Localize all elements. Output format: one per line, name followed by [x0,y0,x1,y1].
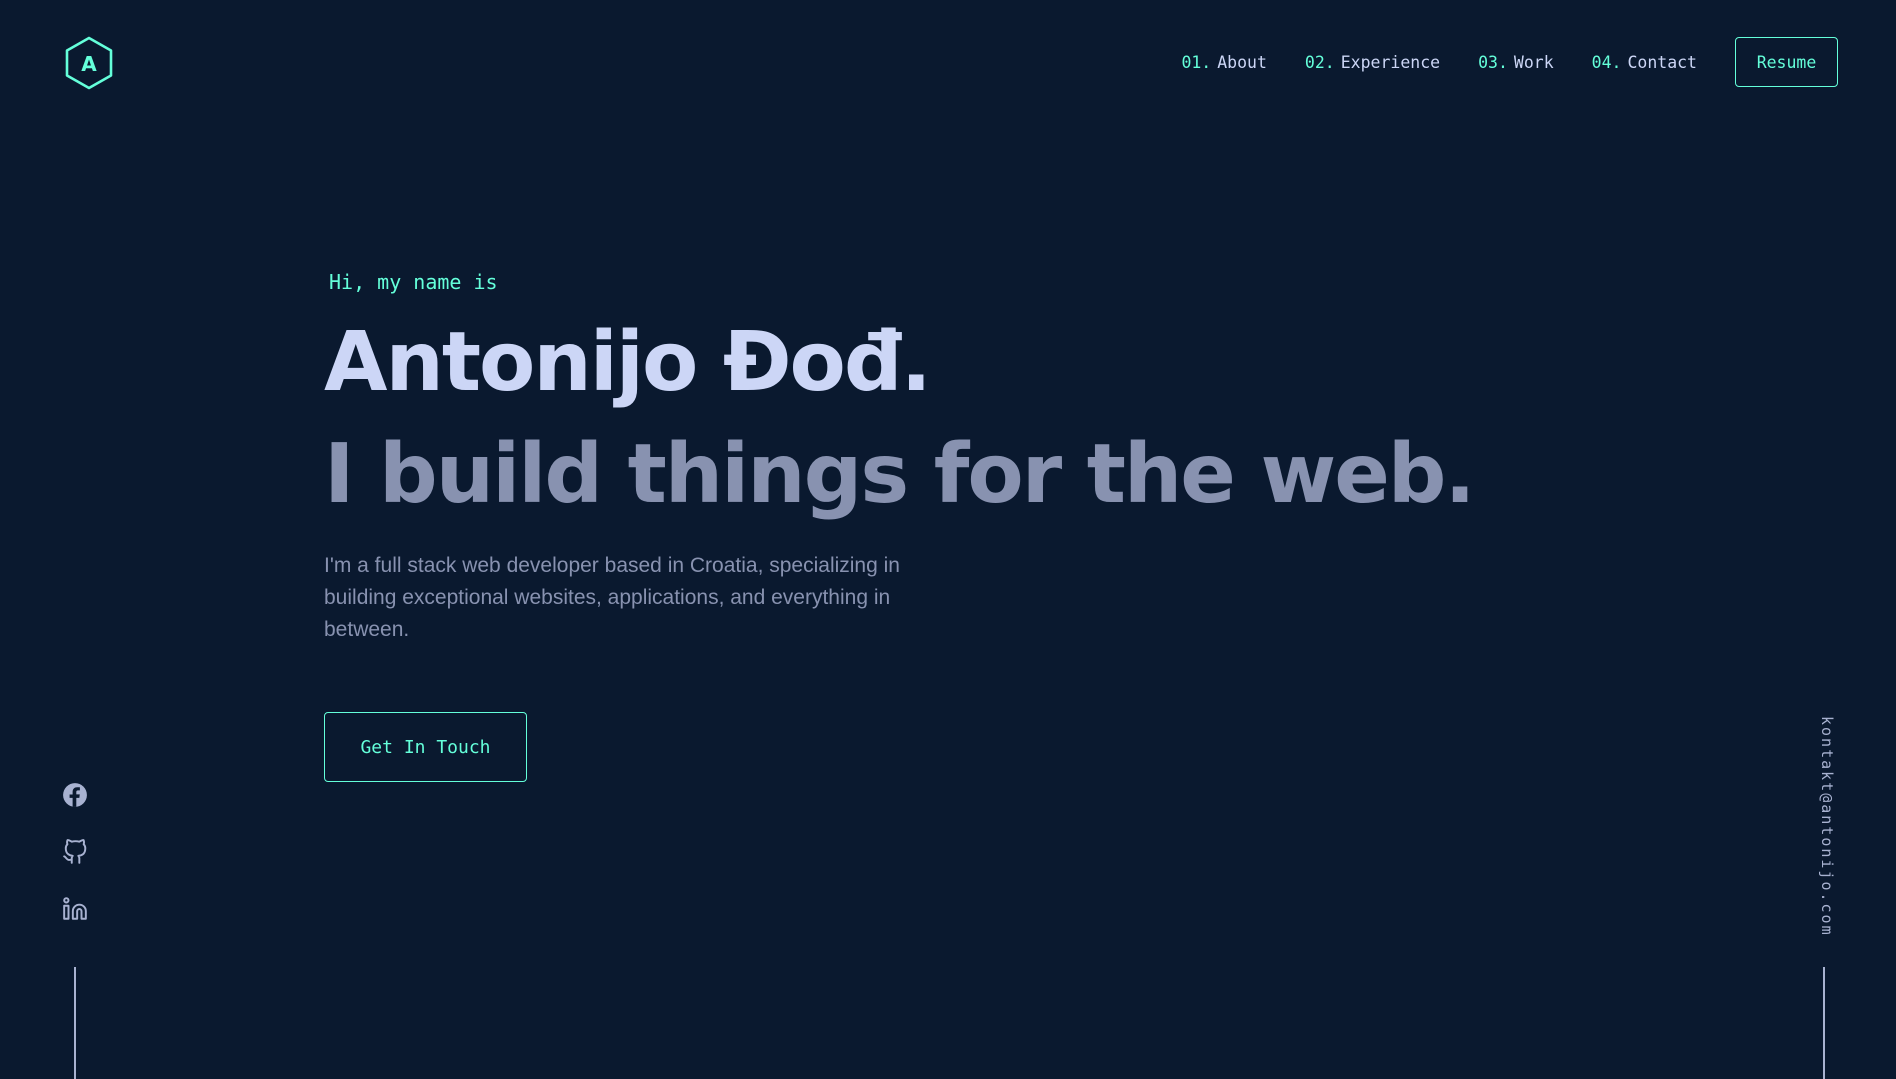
nav-label: Contact [1627,52,1697,72]
nav-item-contact[interactable]: 04. Contact [1592,53,1697,72]
linkedin-icon [63,897,87,920]
email-divider-line [1823,967,1825,1079]
social-links [62,782,90,953]
site-header: A 01. About 02. Experience 03. Work 04. Cont… [0,0,1896,124]
resume-button[interactable]: Resume [1735,37,1838,87]
main-nav: 01. About 02. Experience 03. Work 04. Contac… [1181,37,1896,87]
nav-item-work[interactable]: 03. Work [1478,53,1554,72]
nav-number: 04. [1591,52,1622,72]
email-link[interactable]: kontakt@antonijo.com [1818,716,1836,937]
hero-name: Antonijo Đođ. [324,315,932,410]
nav-item-about[interactable]: 01. About [1181,53,1266,72]
social-divider-line [74,967,76,1079]
hexagon-logo-icon: A [65,36,113,90]
hero-intro: I'm a full stack web developer based in … [324,554,900,641]
email-sidebar: kontakt@antonijo.com [1818,716,1846,937]
nav-label: About [1217,52,1267,72]
logo-link[interactable]: A [64,36,114,90]
logo-letter: A [81,52,97,76]
nav-number: 01. [1181,52,1212,72]
github-icon [63,839,87,864]
facebook-link[interactable] [62,782,88,808]
nav-label: Experience [1340,52,1441,72]
nav-number: 03. [1478,52,1508,72]
get-in-touch-button[interactable]: Get In Touch [324,712,527,782]
linkedin-link[interactable] [62,896,88,922]
facebook-icon [63,783,87,807]
nav-number: 02. [1304,52,1335,72]
hero-section: Hi, my name is Antonijo Đođ. I build thi… [324,270,1524,782]
github-link[interactable] [62,839,88,865]
nav-label: Work [1513,52,1554,72]
hero-tagline: I build things for the web. [324,427,1476,522]
nav-item-experience[interactable]: 02. Experience [1305,53,1440,72]
hero-greeting: Hi, my name is [329,270,498,294]
